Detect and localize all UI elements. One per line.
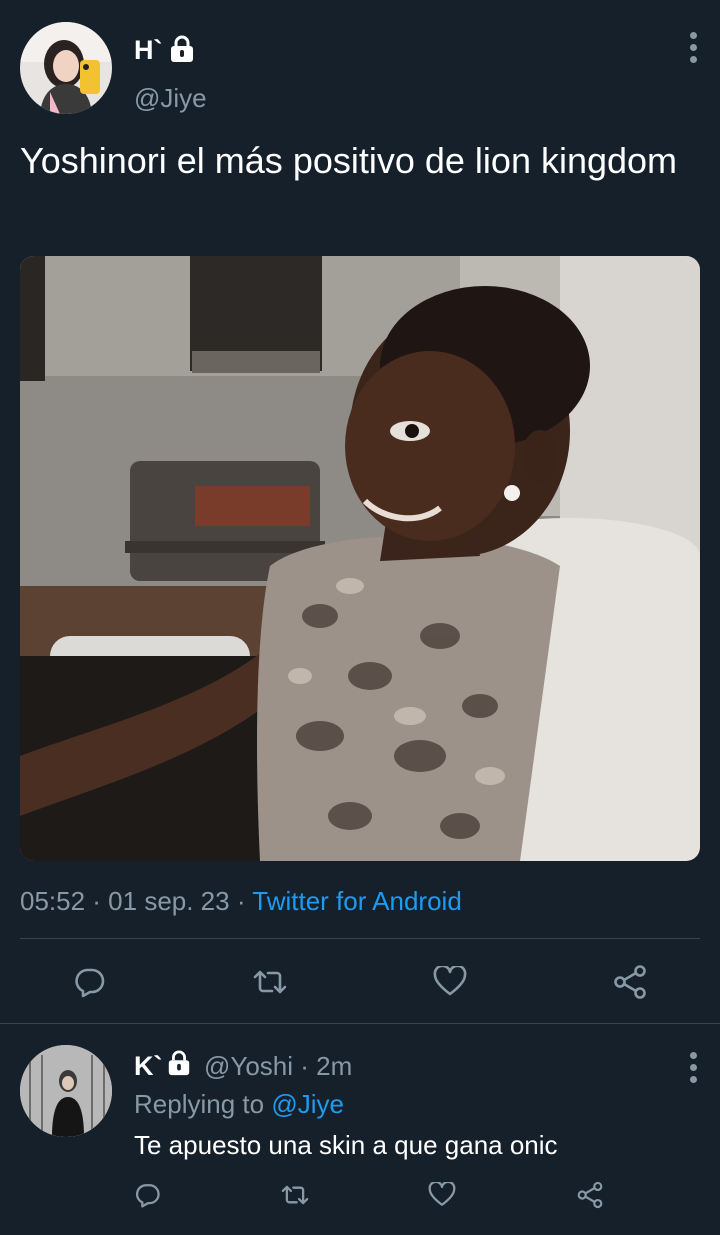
more-vertical-icon[interactable] (683, 32, 703, 68)
retweet-icon[interactable] (250, 962, 290, 1002)
lock-icon (166, 1050, 192, 1076)
tweet-media-image[interactable] (20, 256, 700, 861)
tweet-meta: 05:52 · 01 sep. 23 · Twitter for Android (20, 886, 462, 917)
share-icon[interactable] (610, 962, 650, 1002)
reply-tweet[interactable]: K` @Yoshi · 2m Replying to @Jiye Te apue… (0, 1025, 720, 1235)
replying-to: Replying to @Jiye (134, 1089, 344, 1120)
avatar[interactable] (20, 1045, 112, 1137)
tweet-source-link[interactable]: Twitter for Android (252, 886, 462, 916)
reply-icon[interactable] (70, 962, 110, 1002)
heart-icon[interactable] (426, 1179, 458, 1211)
handle-and-time[interactable]: @Yoshi · 2m (204, 1051, 352, 1082)
timestamp[interactable]: 05:52 · 01 sep. 23 · (20, 886, 252, 916)
tweet-text: Yoshinori el más positivo de lion kingdo… (20, 140, 678, 181)
heart-icon[interactable] (430, 962, 470, 1002)
more-vertical-icon[interactable] (683, 1052, 703, 1088)
share-icon[interactable] (574, 1179, 606, 1211)
replying-to-label: Replying to (134, 1089, 272, 1119)
mention-link[interactable]: @Jiye (271, 1089, 344, 1119)
lock-icon (168, 35, 196, 63)
reply-text: Te apuesto una skin a que gana onic (134, 1130, 558, 1160)
display-name[interactable]: H` (134, 35, 163, 66)
retweet-icon[interactable] (278, 1179, 312, 1211)
handle[interactable]: @Jiye (134, 83, 207, 114)
display-name[interactable]: K` (134, 1051, 163, 1082)
divider (20, 938, 700, 939)
avatar[interactable] (20, 22, 112, 114)
reply-icon[interactable] (132, 1179, 164, 1211)
section-divider (0, 1023, 720, 1024)
main-tweet-header: H` @Jiye (0, 0, 720, 120)
